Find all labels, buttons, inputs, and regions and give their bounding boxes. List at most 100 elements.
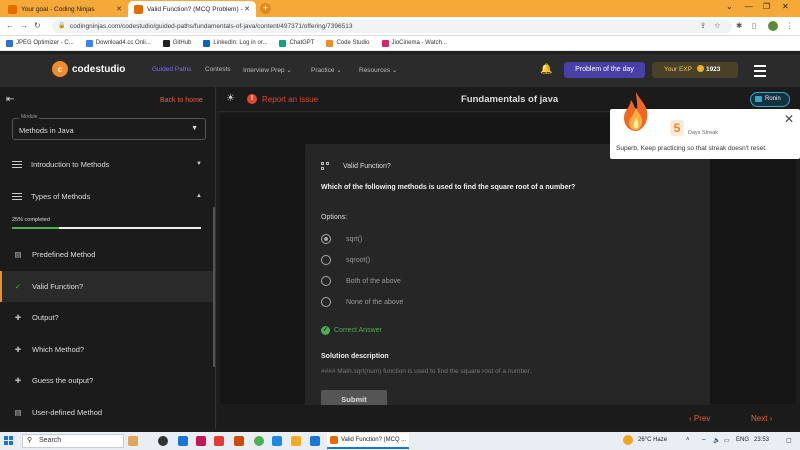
sidebar-panel-icon[interactable]: ▯ — [752, 21, 756, 30]
chrome-icon[interactable] — [254, 436, 264, 446]
list-icon — [12, 159, 22, 170]
alert-icon[interactable]: ! — [247, 94, 257, 104]
question-title: Valid Function? — [343, 163, 391, 170]
sidebar-item[interactable]: ✚ Which Method? — [0, 334, 215, 365]
module-select[interactable]: Module Methods in Java ▼ — [12, 114, 206, 140]
logo-text[interactable]: codestudio — [72, 64, 125, 75]
problem-of-the-day-button[interactable]: Problem of the day — [564, 62, 645, 78]
exp-value: 1923 — [705, 66, 721, 73]
exp-badge[interactable]: Your EXP 1923 — [652, 62, 738, 78]
sidebar-item[interactable]: ▤ Predefined Method — [0, 239, 215, 270]
vscode-icon[interactable] — [310, 436, 320, 446]
document-icon: ▤ — [14, 250, 22, 259]
radio-button[interactable] — [321, 276, 331, 286]
sidebar-item-label: Predefined Method — [32, 250, 96, 259]
option-item[interactable]: sqroot() — [321, 254, 370, 266]
browser-tab-active[interactable]: Valid Function? (MCQ Problem) - ✕ — [128, 1, 256, 17]
bookmark-icon — [381, 39, 389, 47]
nav-practice[interactable]: Practice ⌄ — [311, 66, 342, 74]
forward-arrow-icon[interactable]: → — [20, 21, 28, 30]
section-introduction-to-methods[interactable]: Introduction to Methods ▼ — [0, 149, 215, 179]
browser-tab[interactable]: Your goal - Coding Ninjas ✕ — [2, 1, 128, 17]
bell-icon[interactable]: 🔔 — [540, 64, 552, 75]
option-item[interactable]: sqrt() — [321, 233, 362, 245]
option-item[interactable]: None of the above — [321, 296, 403, 308]
user-badge[interactable]: Ronin — [750, 92, 790, 107]
taskbar-search[interactable]: ⚲ Search — [22, 434, 124, 448]
address-bar-row: ← → ↻ 🔒 codingninjas.com/codestudio/guid… — [0, 17, 800, 36]
battery-icon[interactable]: ▭ — [724, 437, 730, 444]
radio-button[interactable] — [321, 234, 331, 244]
collapse-sidebar-icon[interactable]: ⇤ — [6, 94, 14, 105]
codestudio-logo-icon[interactable]: c — [52, 61, 68, 77]
edge-icon[interactable] — [272, 436, 282, 446]
close-icon[interactable]: ✕ — [116, 5, 122, 13]
sidebar-item-label: Output? — [32, 313, 59, 322]
close-icon[interactable]: ✕ — [784, 112, 794, 126]
chevron-up-icon[interactable]: ˄ — [686, 437, 690, 443]
bookmark-item[interactable]: GitHub — [162, 39, 191, 47]
widget-icon[interactable] — [128, 436, 138, 446]
bookmark-item[interactable]: JioCinema - Watch... — [381, 39, 447, 47]
close-icon[interactable]: ✕ — [244, 5, 250, 13]
share-icon[interactable]: ⇪ — [700, 21, 706, 30]
radio-button[interactable] — [321, 255, 331, 265]
site-header: c codestudio Guided Paths Contests Inter… — [0, 54, 800, 87]
nav-guided-paths[interactable]: Guided Paths — [152, 66, 191, 73]
notification-icon[interactable]: ▢ — [786, 437, 792, 444]
sidebar-scrollbar[interactable] — [213, 207, 215, 367]
theme-toggle-icon[interactable]: ☀ — [226, 93, 235, 104]
restore-icon[interactable]: ❐ — [763, 2, 770, 11]
bookmark-item[interactable]: Code Studio — [326, 39, 370, 47]
bookmark-item[interactable]: ChatGPT — [279, 39, 314, 47]
url-input[interactable]: 🔒 codingninjas.com/codestudio/guided-pat… — [52, 20, 732, 33]
sidebar-item[interactable]: ✚ Output? — [0, 302, 215, 333]
module-label: Module — [19, 114, 40, 120]
zoom-icon[interactable] — [178, 436, 188, 446]
radio-button[interactable] — [321, 297, 331, 307]
task-view-icon[interactable] — [158, 436, 168, 446]
bookmark-item[interactable]: JPEG Optimizer - C... — [6, 39, 74, 47]
back-to-home-link[interactable]: Back to home — [160, 97, 203, 104]
report-issue-link[interactable]: Report an issue — [262, 95, 318, 104]
extensions-icon[interactable]: ✱ — [736, 21, 742, 30]
prev-button[interactable]: ‹ Prev — [689, 414, 710, 423]
bookmark-item[interactable]: LinkedIn: Log in or... — [203, 39, 267, 47]
section-types-of-methods[interactable]: Types of Methods ▲ — [0, 181, 215, 211]
sidebar-item[interactable]: ✓ Valid Function? — [0, 270, 215, 302]
back-arrow-icon[interactable]: ← — [6, 21, 14, 30]
language-indicator[interactable]: ENG — [736, 437, 749, 443]
taskbar-active-window[interactable]: Valid Function? (MCQ ... — [327, 433, 409, 449]
module-value: Methods in Java — [19, 126, 74, 135]
star-icon[interactable]: ☆ — [714, 21, 721, 30]
options-label: Options: — [321, 214, 348, 221]
hamburger-menu-icon[interactable] — [754, 65, 766, 80]
option-label: sqrt() — [346, 235, 363, 243]
sidebar-item[interactable]: ✚ Guess the output? — [0, 365, 215, 396]
windows-start-icon[interactable] — [4, 436, 14, 446]
chevron-down-icon[interactable]: ⌄ — [726, 2, 733, 11]
clock[interactable]: 23:53 — [754, 437, 769, 443]
network-icon[interactable]: ⌔ — [701, 437, 707, 445]
bookmark-item[interactable]: Download4.cc Onli... — [85, 39, 151, 47]
app-icon[interactable] — [196, 436, 206, 446]
office-icon[interactable] — [234, 436, 244, 446]
reload-icon[interactable]: ↻ — [34, 21, 41, 30]
minimize-icon[interactable]: — — [745, 2, 753, 11]
youtube-icon[interactable] — [214, 436, 224, 446]
nav-contests[interactable]: Contests — [205, 66, 231, 73]
more-icon[interactable]: ⋮ — [786, 21, 794, 30]
nav-interview-prep[interactable]: Interview Prep ⌄ — [243, 66, 292, 74]
windows-taskbar: ⚲ Search Valid Function? (MCQ ... 26°C H… — [0, 432, 800, 450]
sidebar-item[interactable]: ▤ User-defined Method — [0, 397, 215, 428]
file-explorer-icon[interactable] — [291, 436, 301, 446]
close-window-icon[interactable]: ✕ — [782, 2, 789, 11]
profile-avatar[interactable] — [768, 21, 778, 31]
nav-resources[interactable]: Resources ⌄ — [359, 66, 397, 74]
next-button[interactable]: Next › — [751, 414, 772, 423]
speaker-icon[interactable]: 🔈 — [713, 437, 720, 444]
new-tab-icon[interactable]: + — [260, 3, 271, 14]
option-item[interactable]: Both of the above — [321, 275, 401, 287]
exp-label: Your EXP — [664, 66, 692, 73]
weather-text[interactable]: 26°C Haze — [638, 437, 667, 443]
